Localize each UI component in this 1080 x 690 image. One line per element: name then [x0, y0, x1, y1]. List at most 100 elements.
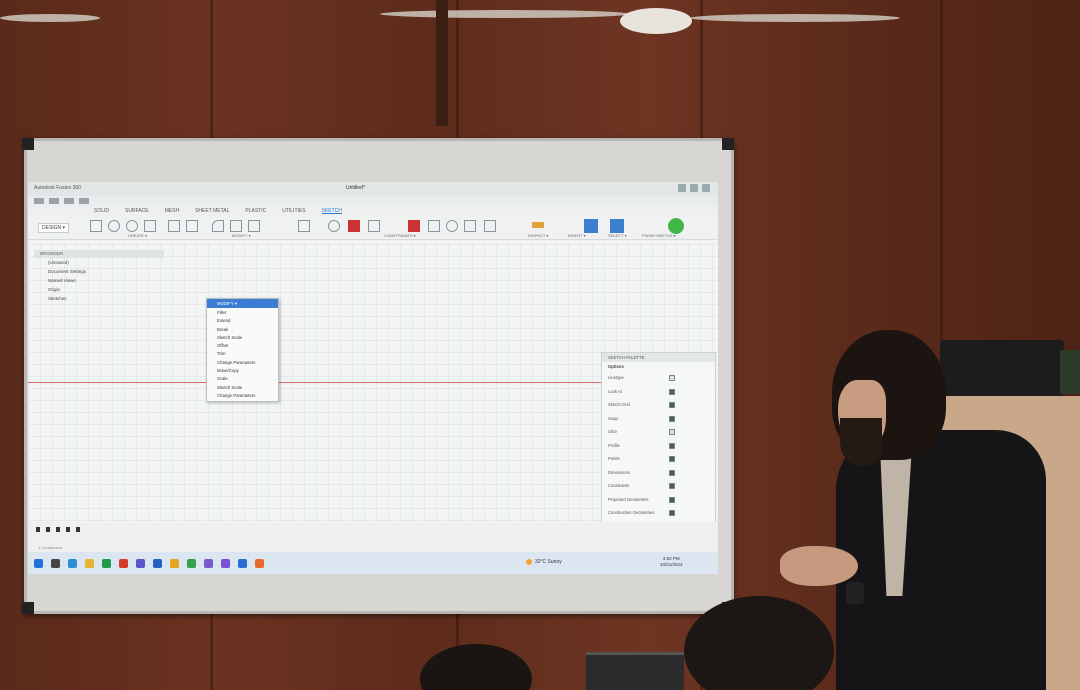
- palette-option[interactable]: Construction Geometries: [602, 506, 715, 520]
- maximize-icon[interactable]: [690, 184, 698, 192]
- fusion-icon[interactable]: [255, 558, 264, 568]
- coincident-icon[interactable]: [328, 220, 340, 232]
- fix-icon[interactable]: [348, 220, 360, 232]
- tab-plastic[interactable]: PLASTIC: [245, 208, 266, 214]
- app-icon[interactable]: [204, 558, 213, 568]
- word-icon[interactable]: [153, 558, 162, 568]
- palette-option[interactable]: Constraints: [602, 479, 715, 493]
- spline-icon[interactable]: [168, 220, 180, 232]
- tangent-icon[interactable]: [484, 220, 496, 232]
- checkbox[interactable]: [669, 415, 675, 422]
- menu-item[interactable]: Change Parameters: [207, 391, 278, 399]
- design-dropdown[interactable]: DESIGN ▾: [38, 223, 70, 233]
- excel-icon[interactable]: [102, 558, 111, 568]
- measure-icon[interactable]: [532, 222, 544, 228]
- trim-icon[interactable]: [230, 220, 242, 232]
- checkbox[interactable]: [669, 429, 675, 435]
- dimension-icon[interactable]: [298, 220, 310, 232]
- checkbox[interactable]: [669, 402, 675, 408]
- checkbox[interactable]: [669, 456, 675, 462]
- menu-item[interactable]: Move/Copy: [207, 366, 278, 374]
- tab-surface[interactable]: SURFACE: [125, 208, 149, 214]
- app-icon[interactable]: [238, 558, 247, 568]
- edge-icon[interactable]: [68, 558, 77, 568]
- app-icon[interactable]: [221, 558, 230, 568]
- step-back-icon[interactable]: [46, 527, 50, 532]
- checkbox[interactable]: [669, 510, 675, 516]
- play-icon[interactable]: [56, 527, 60, 532]
- menu-item[interactable]: Trim: [207, 349, 278, 357]
- close-icon[interactable]: [702, 184, 710, 192]
- teams-icon[interactable]: [136, 558, 145, 568]
- checkbox[interactable]: [669, 469, 675, 476]
- slot-icon[interactable]: [186, 220, 198, 232]
- menu-item[interactable]: Extend: [207, 316, 278, 324]
- step-forward-icon[interactable]: [66, 527, 70, 532]
- undo-icon[interactable]: [79, 198, 89, 204]
- context-menu-title[interactable]: MODIFY ▾: [207, 299, 278, 308]
- menu-item[interactable]: Sketch Scale: [207, 333, 278, 341]
- browser-panel: BROWSER (Unsaved) Document Settings Name…: [34, 250, 164, 320]
- grid-icon[interactable]: [34, 198, 44, 204]
- browser-item[interactable]: Named Views: [34, 276, 164, 285]
- browser-item[interactable]: Origin: [34, 285, 164, 294]
- checkbox[interactable]: [669, 375, 675, 381]
- offset-icon[interactable]: [248, 220, 260, 232]
- symmetry-icon[interactable]: [464, 220, 476, 232]
- tab-sketch[interactable]: SKETCH: [321, 208, 342, 214]
- menu-item[interactable]: Break: [207, 325, 278, 333]
- palette-option[interactable]: Profile: [602, 439, 715, 453]
- tab-sheet-metal[interactable]: SHEET METAL: [195, 208, 229, 214]
- menu-item[interactable]: Change Parameters: [207, 358, 278, 366]
- end-icon[interactable]: [76, 527, 80, 532]
- palette-option[interactable]: Projected Geometries: [602, 493, 715, 507]
- lock-icon[interactable]: [408, 220, 420, 232]
- concentric-icon[interactable]: [446, 220, 458, 232]
- checkbox[interactable]: [669, 388, 675, 395]
- palette-option[interactable]: Points: [602, 452, 715, 466]
- tab-mesh[interactable]: MESH: [165, 208, 179, 214]
- finish-sketch-icon[interactable]: [668, 218, 684, 234]
- palette-option[interactable]: Snap: [602, 412, 715, 426]
- menu-item[interactable]: Sketch Scale: [207, 383, 278, 391]
- save-icon[interactable]: [64, 198, 74, 204]
- palette-option[interactable]: Sketch Grid: [602, 398, 715, 412]
- circle-icon[interactable]: [108, 220, 120, 232]
- palette-option[interactable]: Look At: [602, 385, 715, 399]
- file-icon[interactable]: [49, 198, 59, 204]
- options-section[interactable]: Options: [602, 362, 715, 371]
- palette-option[interactable]: Dimensions: [602, 466, 715, 480]
- folder-icon[interactable]: [85, 558, 94, 568]
- files-icon[interactable]: [170, 558, 179, 568]
- checkbox[interactable]: [669, 483, 675, 489]
- insert-icon[interactable]: [584, 219, 598, 233]
- browser-item[interactable]: Document Settings: [34, 267, 164, 276]
- browser-item[interactable]: Sketches: [34, 294, 164, 303]
- checkbox[interactable]: [669, 496, 675, 503]
- triangle-icon[interactable]: [428, 220, 440, 232]
- minimize-icon[interactable]: [678, 184, 686, 192]
- arc-icon[interactable]: [126, 220, 138, 232]
- select-icon[interactable]: [610, 219, 624, 233]
- tab-utilities[interactable]: UTILITIES: [282, 208, 305, 214]
- palette-option[interactable]: Slice: [602, 425, 715, 439]
- clock[interactable]: 3:52 PM 10/21/2023: [660, 556, 683, 568]
- polygon-icon[interactable]: [144, 220, 156, 232]
- menu-item[interactable]: Fillet: [207, 308, 278, 316]
- tab-solid[interactable]: SOLID: [94, 208, 109, 214]
- menu-item[interactable]: Scale: [207, 374, 278, 382]
- checkbox[interactable]: [669, 442, 675, 449]
- search-icon[interactable]: [51, 558, 60, 568]
- palette-option[interactable]: Linetype: [602, 371, 715, 385]
- weather-widget[interactable]: 32°C Sunny: [526, 559, 562, 565]
- start-icon[interactable]: [34, 558, 43, 568]
- app-icon[interactable]: [187, 558, 196, 568]
- rewind-icon[interactable]: [36, 527, 40, 532]
- rectangle-icon[interactable]: [90, 220, 102, 232]
- parallel-icon[interactable]: [368, 220, 380, 232]
- chrome-icon[interactable]: [119, 558, 128, 568]
- sketch-canvas[interactable]: BROWSER (Unsaved) Document Settings Name…: [28, 244, 718, 574]
- fillet-icon[interactable]: [212, 220, 224, 232]
- menu-item[interactable]: Offset: [207, 341, 278, 349]
- browser-item[interactable]: (Unsaved): [34, 258, 164, 267]
